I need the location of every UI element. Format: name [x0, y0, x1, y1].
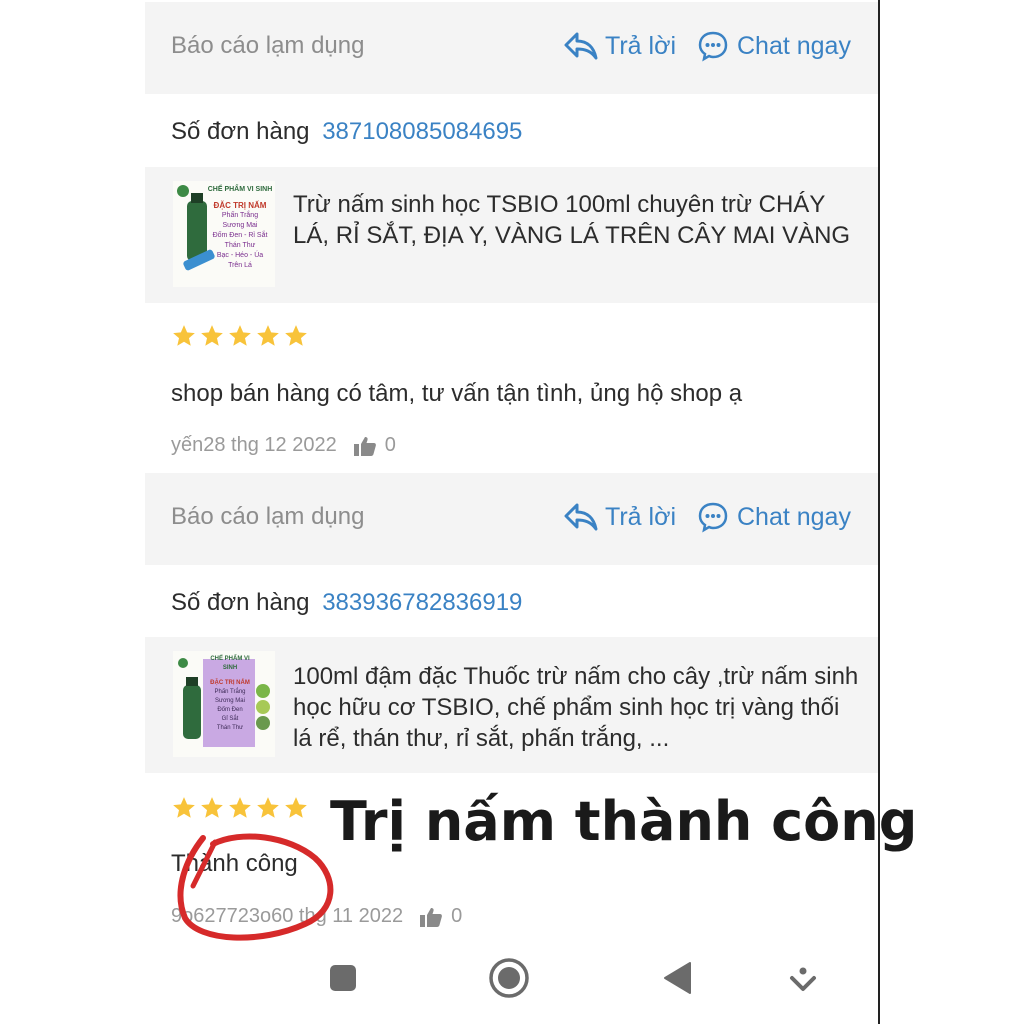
product-title: 100ml đậm đặc Thuốc trừ nấm cho cây ,trừ…	[293, 663, 859, 752]
thumb-text: Phấn Trắng	[214, 689, 246, 695]
review-text: shop bán hàng có tâm, tư vấn tận tình, ủ…	[171, 380, 743, 407]
star-rating	[171, 795, 309, 821]
thumb-text: Sương Mai	[222, 222, 258, 229]
thumb-text: ĐẶC TRỊ NẤM	[213, 201, 267, 210]
recent-apps-icon[interactable]	[328, 963, 358, 993]
thumb-text: Sương Mai	[215, 698, 245, 704]
red-circle-annotation	[177, 833, 334, 941]
order-label: Số đơn hàng	[171, 118, 310, 145]
star-icon	[257, 325, 279, 346]
star-icon	[173, 325, 195, 346]
thumb-text: CHẾ PHẨM VI SINH	[210, 656, 250, 671]
like-count: 0	[384, 434, 396, 456]
back-icon[interactable]	[662, 961, 692, 995]
thumb-text: Phấn Trắng	[221, 212, 259, 219]
home-icon[interactable]	[488, 957, 530, 999]
screen-edge-divider	[878, 0, 880, 1024]
reply-button[interactable]: Trả lời	[563, 30, 676, 62]
thumb-text: CHẾ PHẨM VI SINH	[207, 186, 273, 193]
review-meta: yến28 thg 12 2022 0	[171, 434, 396, 457]
reply-button[interactable]: Trả lời	[563, 501, 676, 533]
review-user-date: yến28 thg 12 2022	[171, 434, 337, 456]
review-actions-bar: Báo cáo lạm dụng Trả lời Chat ngay	[145, 2, 878, 94]
notification-pull-down-icon[interactable]	[789, 965, 817, 993]
order-number-row: Số đơn hàng 383936782836919	[171, 589, 522, 617]
chat-label: Chat ngay	[737, 31, 851, 60]
thumb-text: Gỉ Sắt	[221, 716, 239, 722]
order-number-row: Số đơn hàng 387108085084695	[171, 118, 522, 146]
thumbs-up-icon[interactable]	[419, 906, 443, 928]
chat-now-button[interactable]: Chat ngay	[697, 30, 851, 62]
reply-label: Trả lời	[605, 502, 677, 531]
star-rating	[171, 323, 309, 349]
like-count: 0	[451, 905, 463, 927]
overlay-caption: Trị nấm thành công	[330, 790, 918, 853]
reply-icon	[564, 503, 598, 531]
chat-now-button[interactable]: Chat ngay	[697, 501, 851, 533]
chat-bubble-icon	[698, 502, 728, 533]
star-icon	[229, 325, 251, 346]
thumb-text: ĐẶC TRỊ NẤM	[210, 680, 250, 686]
thumb-text: Đốm Đen - Rỉ Sắt	[212, 232, 268, 239]
report-abuse-link[interactable]: Báo cáo lạm dụng	[171, 32, 364, 60]
product-thumbnail: CHẾ PHẨM VI SINH ĐẶC TRỊ NẤM Phấn Trắng …	[173, 181, 275, 287]
star-icon	[257, 797, 279, 818]
star-icon	[173, 797, 195, 818]
order-number[interactable]: 383936782836919	[322, 589, 522, 616]
order-label: Số đơn hàng	[171, 589, 310, 616]
chat-bubble-icon	[698, 31, 728, 62]
product-thumbnail: CHẾ PHẨM VI SINH ĐẶC TRỊ NẤM Phấn Trắng …	[173, 651, 275, 757]
thumbs-up-icon[interactable]	[353, 435, 377, 457]
order-number[interactable]: 387108085084695	[322, 118, 522, 145]
thumb-text: Thán Thư	[216, 725, 244, 731]
star-icon	[285, 325, 307, 346]
reply-label: Trả lời	[605, 31, 677, 60]
thumb-text: Bạc - Héo - Úa	[216, 252, 264, 259]
reply-icon	[564, 32, 598, 60]
star-icon	[201, 325, 223, 346]
thumb-text: Trên Lá	[228, 262, 252, 269]
star-icon	[285, 797, 307, 818]
review-actions-bar: Báo cáo lạm dụng Trả lời Chat ngay	[145, 473, 878, 565]
report-abuse-link[interactable]: Báo cáo lạm dụng	[171, 503, 364, 531]
thumb-text: Đốm Đen	[217, 707, 243, 713]
chat-label: Chat ngay	[737, 502, 851, 531]
star-icon	[229, 797, 251, 818]
system-navigation-bar	[145, 945, 878, 1015]
product-card[interactable]: CHẾ PHẨM VI SINH ĐẶC TRỊ NẤM Phấn Trắng …	[145, 637, 878, 773]
star-icon	[201, 797, 223, 818]
thumb-text: Thán Thư	[224, 242, 256, 249]
product-title: Trừ nấm sinh học TSBIO 100ml chuyên trừ …	[293, 191, 851, 249]
product-card[interactable]: CHẾ PHẨM VI SINH ĐẶC TRỊ NẤM Phấn Trắng …	[145, 167, 878, 303]
